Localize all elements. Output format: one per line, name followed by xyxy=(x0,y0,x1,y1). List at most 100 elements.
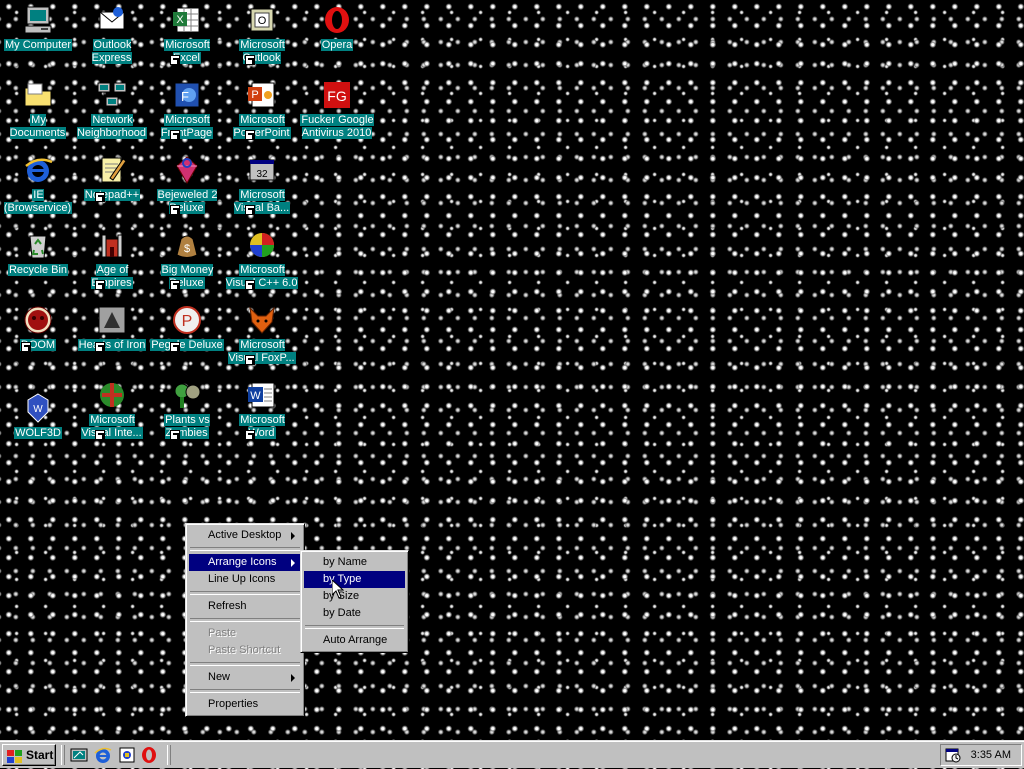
desktop-icon-recycle-bin[interactable]: Recycle Bin xyxy=(1,229,75,277)
desktop-icon-opera[interactable]: Opera xyxy=(300,4,374,52)
desktop[interactable]: My Computer My Documents IE (Browservice… xyxy=(0,0,1024,740)
menu-item-active-desktop[interactable]: Active Desktop xyxy=(189,527,301,544)
desktop-icon-visual-cpp[interactable]: Microsoft Visual C++ 6.0 xyxy=(225,229,299,290)
menu-item-paste[interactable]: Paste xyxy=(189,625,301,642)
start-button[interactable]: Start xyxy=(2,744,56,766)
svg-text:P: P xyxy=(182,313,193,330)
quick-launch-show-desktop[interactable] xyxy=(70,746,88,764)
svg-text:W: W xyxy=(250,390,261,402)
desktop-icon-powerpoint[interactable]: P Microsoft PowerPoint xyxy=(225,79,299,140)
svg-text:F: F xyxy=(181,89,189,104)
menu-item-label: Paste Shortcut xyxy=(208,644,281,656)
desktop-icon-doom[interactable]: DOOM xyxy=(1,304,75,352)
menu-item-by-type[interactable]: by Type xyxy=(304,571,405,588)
desktop-icon-label: Microsoft PowerPoint xyxy=(233,114,291,139)
menu-item-by-name[interactable]: by Name xyxy=(304,554,405,571)
desktop-icon-label: Microsoft Visual C++ 6.0 xyxy=(225,264,299,289)
desktop-icon-notepad-plus-plus[interactable]: Notepad++ xyxy=(75,154,149,202)
quick-launch-opera[interactable] xyxy=(140,746,158,764)
desktop-icon-label: Microsoft Visual Ba... xyxy=(233,189,291,214)
menu-item-arrange-icons[interactable]: Arrange Icons xyxy=(189,554,301,571)
task-scheduler-icon[interactable] xyxy=(945,747,961,763)
desktop-icon-label: Microsoft Visual FoxP... xyxy=(228,339,296,364)
antivirus-icon: FG xyxy=(321,79,353,111)
desktop-icon-antivirus[interactable]: FG Fucker Google Antivirus 2010 xyxy=(300,79,374,140)
windows-logo-icon xyxy=(7,749,23,763)
menu-item-label: Active Desktop xyxy=(208,529,282,541)
menu-item-label: Refresh xyxy=(208,600,247,612)
opera-icon xyxy=(321,4,353,36)
start-label: Start xyxy=(26,748,54,762)
menu-item-by-date[interactable]: by Date xyxy=(304,605,405,622)
desktop-icon-frontpage[interactable]: F Microsoft FrontPage xyxy=(150,79,224,140)
menu-item-label: Auto Arrange xyxy=(323,634,388,646)
notepad-icon xyxy=(96,154,128,186)
toolbar-grip[interactable] xyxy=(167,745,171,765)
shortcut-arrow-icon xyxy=(245,430,255,440)
submenu-arrow-icon xyxy=(291,559,295,567)
desktop-icon-age-of-empires[interactable]: Age of Empires xyxy=(75,229,149,290)
menu-separator xyxy=(190,689,300,693)
menu-item-label: Paste xyxy=(208,627,237,639)
desktop-icon-outlook-express[interactable]: Outlook Express xyxy=(75,4,149,65)
svg-text:32: 32 xyxy=(256,169,268,180)
desktop-icon-wolf3d[interactable]: W WOLF3D xyxy=(1,392,75,440)
menu-item-by-size[interactable]: by Size xyxy=(304,588,405,605)
channels-icon xyxy=(118,746,136,764)
menu-item-auto-arrange[interactable]: Auto Arrange xyxy=(304,632,405,649)
excel-icon: X xyxy=(171,4,203,36)
menu-item-paste-shortcut[interactable]: Paste Shortcut xyxy=(189,642,301,659)
menu-separator xyxy=(190,547,300,551)
menu-separator xyxy=(190,662,300,666)
system-tray: 3:35 AM xyxy=(940,744,1022,766)
wolf3d-icon: W xyxy=(22,392,54,424)
desktop-icon-plants-vs-zombies[interactable]: Plants vs Zombies xyxy=(150,379,224,440)
desktop-icon-visual-basic[interactable]: 32 Microsoft Visual Ba... xyxy=(225,154,299,215)
bejeweled-icon xyxy=(171,154,203,186)
desktop-icon-ie[interactable]: IE (Browservice) xyxy=(1,154,75,215)
quick-launch-channels[interactable] xyxy=(118,746,136,764)
desktop-icon-label: Bejeweled 2 Deluxe xyxy=(156,189,218,214)
menu-item-label: by Date xyxy=(323,607,361,619)
desktop-icon-label: Fucker Google Antivirus 2010 xyxy=(300,114,374,139)
plants-vs-zombies-icon xyxy=(171,379,203,411)
visual-cpp-icon xyxy=(246,229,278,261)
desktop-icon-peggle[interactable]: P Peggle Deluxe xyxy=(150,304,224,352)
frontpage-icon: F xyxy=(171,79,203,111)
submenu-arrow-icon xyxy=(291,674,295,682)
menu-item-new[interactable]: New xyxy=(189,669,301,686)
menu-item-refresh[interactable]: Refresh xyxy=(189,598,301,615)
desktop-icon-big-money[interactable]: $ Big Money Deluxe xyxy=(150,229,224,290)
big-money-icon: $ xyxy=(171,229,203,261)
desktop-icon-visual-foxpro[interactable]: Microsoft Visual FoxP... xyxy=(225,304,299,365)
desktop-icon-my-computer[interactable]: My Computer xyxy=(1,4,75,52)
desktop-icon-label: Microsoft Visual Inte... xyxy=(81,414,143,439)
desktop-icon-word[interactable]: W Microsoft Word xyxy=(225,379,299,440)
shortcut-arrow-icon xyxy=(170,280,180,290)
desktop-icon-network-neighborhood[interactable]: Network Neighborhood xyxy=(75,79,149,140)
outlook-express-icon xyxy=(96,4,128,36)
arrange-icons-submenu: by Name by Type by Size by Date Auto Arr… xyxy=(300,550,409,653)
taskbar-clock[interactable]: 3:35 AM xyxy=(971,745,1011,765)
menu-item-label: Properties xyxy=(208,698,259,710)
desktop-icon-outlook[interactable]: O Microsoft Outlook xyxy=(225,4,299,65)
desktop-icon-visual-interdev[interactable]: Microsoft Visual Inte... xyxy=(75,379,149,440)
hearts-of-iron-icon xyxy=(96,304,128,336)
desktop-icon-label: Big Money Deluxe xyxy=(160,264,214,289)
my-computer-icon xyxy=(22,4,54,36)
desktop-icon-bejeweled[interactable]: Bejeweled 2 Deluxe xyxy=(150,154,224,215)
peggle-icon: P xyxy=(171,304,203,336)
quick-launch-ie[interactable] xyxy=(94,746,112,764)
desktop-icon-my-documents[interactable]: My Documents xyxy=(1,79,75,140)
desktop-icon-label: My Computer xyxy=(3,39,73,51)
menu-item-label: by Name xyxy=(323,556,368,568)
desktop-icon-hearts-of-iron[interactable]: Hearts of Iron xyxy=(75,304,149,352)
menu-item-properties[interactable]: Properties xyxy=(189,696,301,713)
toolbar-grip[interactable] xyxy=(61,745,65,765)
menu-item-line-up-icons[interactable]: Line Up Icons xyxy=(189,571,301,588)
visual-interdev-icon xyxy=(96,379,128,411)
desktop-icon-label: Microsoft FrontPage xyxy=(160,114,214,139)
desktop-icon-label: WOLF3D xyxy=(14,427,62,439)
desktop-icon-excel[interactable]: X Microsoft Excel xyxy=(150,4,224,65)
shortcut-arrow-icon xyxy=(170,130,180,140)
